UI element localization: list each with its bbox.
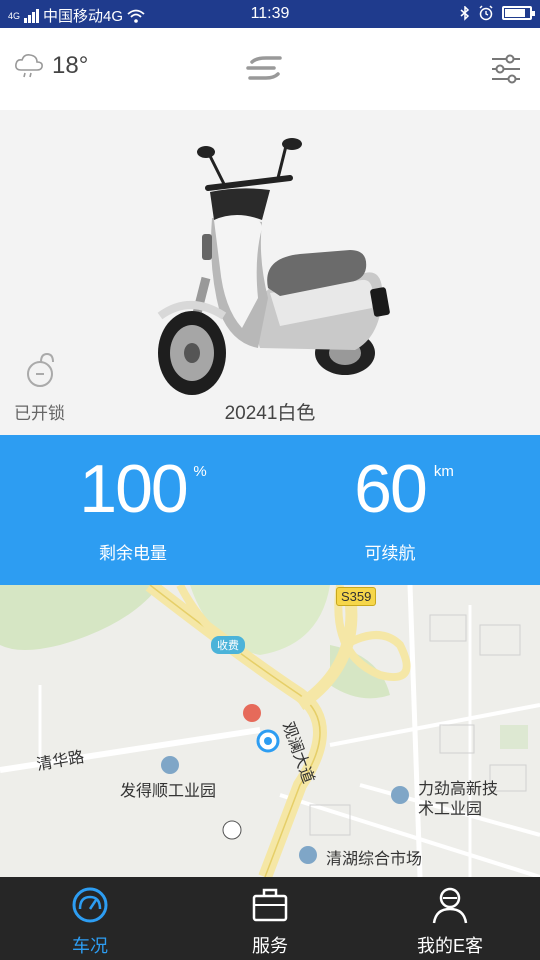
battery-value: 100 <box>79 451 188 527</box>
battery-stat: 100 % 剩余电量 <box>33 449 233 564</box>
tab-label: 我的E客 <box>416 936 483 956</box>
clock: 11:39 <box>250 5 290 22</box>
vehicle-panel: 已开锁 20241白色 <box>0 110 540 435</box>
temperature: 18° <box>52 52 89 79</box>
weather-widget[interactable]: 18° <box>14 52 88 80</box>
bluetooth-icon <box>460 5 470 21</box>
vehicle-model-name: 20241白色 <box>224 403 316 424</box>
battery-icon <box>502 6 535 20</box>
toll-label: 收费 <box>211 636 245 654</box>
tab-bar: 车况 服务 我的E客 <box>0 877 540 960</box>
tab-label: 车况 <box>72 936 108 956</box>
alarm-icon <box>479 5 493 21</box>
sliders-icon[interactable] <box>490 54 522 84</box>
battery-value-wrap: 100 % <box>79 449 206 529</box>
poi-label-fadeshun: 发得顺工业园 <box>120 783 217 800</box>
range-unit: km <box>433 463 454 480</box>
scooter-image <box>157 138 390 395</box>
tab-my-profile[interactable]: 我的E客 <box>380 885 520 958</box>
cloud-rain-icon <box>15 54 43 78</box>
map-view[interactable]: S359 收费 清华路 观澜大道 发得顺工业园 力劲高新技 术工业园 清湖综合市… <box>0 585 540 877</box>
user-icon <box>432 887 468 924</box>
speedometer-icon <box>72 887 108 923</box>
status-bar: 4G 中国移动4G 11:39 <box>0 0 540 28</box>
unlock-icon <box>26 352 54 387</box>
range-value-wrap: 60 km <box>354 449 454 529</box>
range-value: 60 <box>354 451 428 527</box>
road-shield-s359: S359 <box>336 587 377 606</box>
stats-panel: 100 % 剩余电量 60 km 可续航 <box>0 435 540 585</box>
brand-logo-icon[interactable] <box>244 54 284 82</box>
tab-label: 服务 <box>252 936 288 956</box>
battery-unit: % <box>193 463 207 480</box>
poi-label-market: 清湖综合市场 <box>326 851 423 868</box>
map-canvas <box>0 585 540 877</box>
tab-vehicle-status[interactable]: 车况 <box>20 885 160 958</box>
app-header: 18° <box>0 28 540 110</box>
status-right <box>460 5 535 21</box>
tab-service[interactable]: 服务 <box>200 885 340 958</box>
briefcase-icon <box>252 888 288 922</box>
battery-label: 剩余电量 <box>99 544 167 563</box>
range-label: 可续航 <box>364 544 416 563</box>
range-stat: 60 km 可续航 <box>290 449 490 564</box>
battery-fill <box>505 9 526 17</box>
poi-label-lijingao-2: 术工业园 <box>418 801 483 818</box>
